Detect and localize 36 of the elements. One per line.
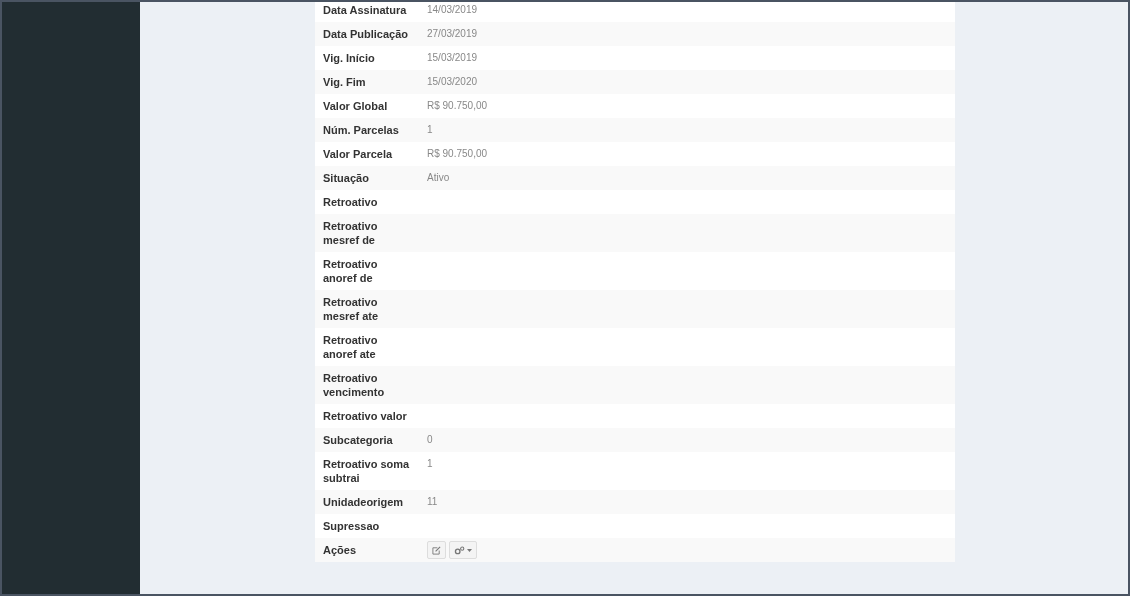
field-label: Retroativo anoref de [322, 257, 379, 286]
field-label: Retroativo anoref ate [322, 333, 379, 362]
field-label: Valor Global [322, 99, 389, 114]
field-value: 15/03/2020 [426, 75, 479, 89]
field-label: Retroativo soma subtrai [322, 457, 411, 486]
field-label: Núm. Parcelas [322, 123, 400, 138]
edit-icon [432, 545, 441, 555]
field-label: Data Assinatura [322, 3, 408, 18]
field-value: Ativo [426, 171, 451, 185]
field-value: 14/03/2019 [426, 3, 479, 17]
field-label: Unidadeorigem [322, 495, 405, 510]
field-value: R$ 90.750,00 [426, 99, 489, 113]
field-label: Vig. Início [322, 51, 376, 66]
field-value: 0 [426, 433, 434, 447]
field-label: Retroativo mesref de [322, 219, 379, 248]
field-value: 27/03/2019 [426, 27, 479, 41]
field-label: Data Publicação [322, 27, 409, 42]
field-value: 1 [426, 457, 434, 471]
field-label: Retroativo valor [322, 409, 408, 424]
field-value: 1 [426, 123, 434, 137]
field-label: Situação [322, 171, 370, 186]
edit-button[interactable] [427, 541, 446, 559]
field-label: Retroativo mesref ate [322, 295, 380, 324]
field-value: 11 [426, 495, 439, 509]
field-label: Valor Parcela [322, 147, 394, 162]
field-value: R$ 90.750,00 [426, 147, 489, 161]
gears-icon [454, 545, 465, 555]
field-label: Supressao [322, 519, 381, 534]
field-label: Retroativo vencimento [322, 371, 386, 400]
field-label: Ações [322, 543, 358, 558]
field-label: Subcategoria [322, 433, 394, 448]
caret-icon [467, 548, 472, 552]
field-label: Vig. Fim [322, 75, 367, 90]
field-label: Retroativo [322, 195, 379, 210]
field-value: 15/03/2019 [426, 51, 479, 65]
settings-dropdown-button[interactable] [449, 541, 477, 559]
